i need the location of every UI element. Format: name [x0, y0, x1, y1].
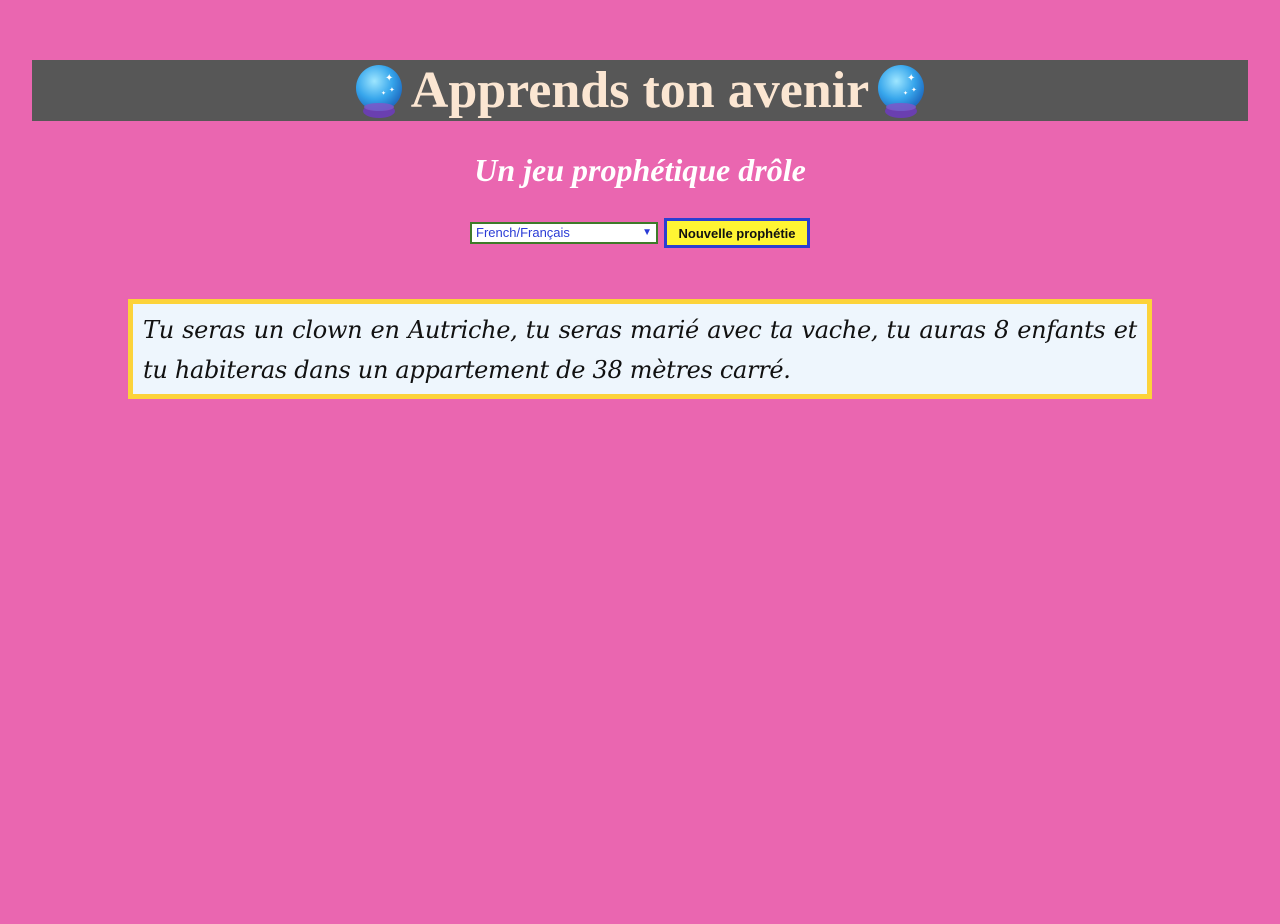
svg-text:✦: ✦: [385, 73, 393, 84]
prophecy-box: Tu seras un clown en Autriche, tu seras …: [128, 299, 1152, 399]
svg-text:✦: ✦: [903, 90, 908, 97]
svg-text:✦: ✦: [911, 86, 917, 94]
svg-text:✦: ✦: [389, 86, 395, 94]
language-select-value: French/Français: [476, 225, 570, 240]
subtitle: Un jeu prophétique drôle: [474, 152, 806, 188]
page-header: ✦ ✦ ✦ Apprends ton avenir ✦ ✦ ✦: [32, 60, 1248, 121]
new-prophecy-button[interactable]: Nouvelle prophétie: [664, 218, 810, 248]
controls-row: French/Français ▼ Nouvelle prophétie: [0, 218, 1280, 248]
language-select[interactable]: French/Français ▼: [470, 222, 658, 244]
svg-text:✦: ✦: [381, 90, 386, 97]
crystal-ball-icon: ✦ ✦ ✦: [355, 64, 402, 118]
svg-text:✦: ✦: [907, 73, 915, 84]
crystal-ball-icon: ✦ ✦ ✦: [878, 64, 925, 118]
prophecy-text: Tu seras un clown en Autriche, tu seras …: [143, 316, 1137, 384]
page-title: Apprends ton avenir: [410, 62, 870, 119]
chevron-down-icon: ▼: [642, 227, 652, 238]
